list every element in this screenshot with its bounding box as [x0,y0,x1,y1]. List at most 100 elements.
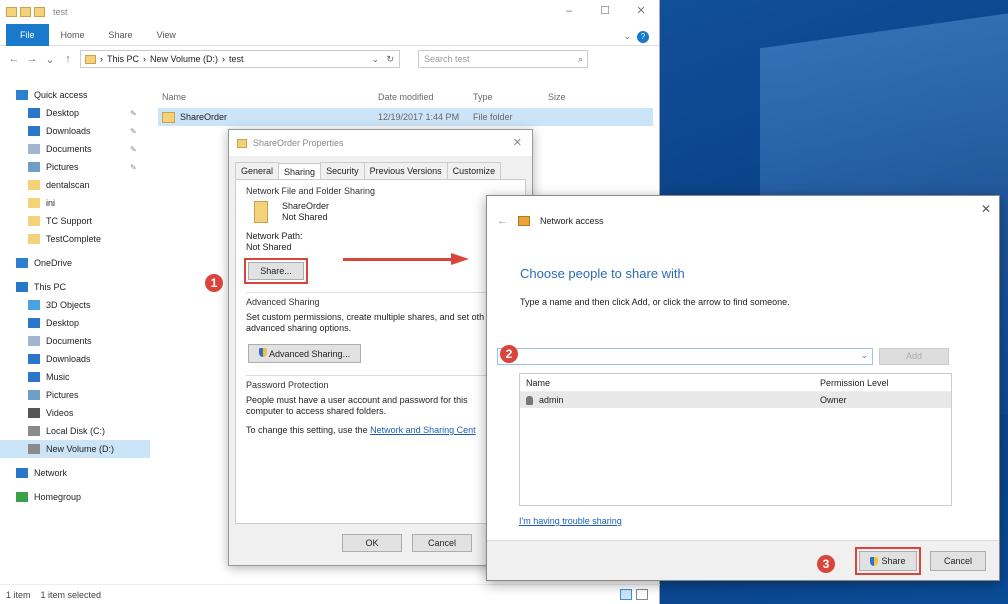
sidebar-item-downloads[interactable]: Downloads [0,350,150,368]
large-icons-view-icon[interactable] [636,589,648,600]
sidebar-item-desktop[interactable]: Desktop [0,314,150,332]
expand-ribbon-icon[interactable]: ⌄ [623,31,631,42]
sidebar-item-documents[interactable]: Documents ✎ [0,140,150,158]
breadcrumb-this-pc[interactable]: This PC [107,54,139,64]
close-icon[interactable]: ✕ [513,136,522,149]
search-input[interactable]: Search test ⌕ [418,50,588,68]
tab-customize[interactable]: Customize [446,162,502,179]
tab-security[interactable]: Security [320,162,365,179]
download-icon [28,126,40,136]
sidebar-item-label: Desktop [46,318,80,328]
folder-icon [254,201,268,223]
network-icon [16,468,28,478]
tab-view[interactable]: View [145,30,188,40]
tab-file[interactable]: File [6,23,49,46]
column-permission-level[interactable]: Permission Level [816,378,889,388]
pin-icon[interactable]: ✎ [130,163,137,172]
ok-button[interactable]: OK [342,534,402,552]
table-row[interactable]: ShareOrder 12/19/2017 1:44 PM File folde… [158,108,653,126]
share-dots-button[interactable]: Share... [244,258,308,284]
sidebar-item-dentalscan[interactable]: dentalscan [0,176,150,194]
pin-icon[interactable]: ✎ [130,109,137,118]
folder-icon [28,180,40,190]
password-change-text: To change this setting, use the [246,425,368,435]
sidebar-item-ini[interactable]: ini [0,194,150,212]
close-icon[interactable]: ✕ [623,0,659,24]
sidebar-item-quick-access[interactable]: Quick access [0,86,150,104]
table-row[interactable]: admin Owner [520,392,951,408]
forward-arrow-icon[interactable]: → [26,53,38,65]
instruction-text: Type a name and then click Add, or click… [520,297,790,307]
sidebar-item-desktop[interactable]: Desktop ✎ [0,104,150,122]
chevron-down-icon[interactable]: ⌄ [860,350,868,361]
tab-general[interactable]: General [235,162,280,179]
advanced-sharing-button[interactable]: Advanced Sharing... [248,344,362,363]
column-date-modified[interactable]: Date modified [378,92,473,102]
sidebar-item-videos[interactable]: Videos [0,404,150,422]
cancel-button[interactable]: Cancel [930,551,986,571]
drive-icon [28,444,40,454]
breadcrumb-new-volume[interactable]: New Volume (D:) [150,54,218,64]
pin-icon[interactable]: ✎ [130,127,137,136]
sidebar-item-onedrive[interactable]: OneDrive [0,254,150,272]
selected-count: 1 item selected [40,589,102,600]
sidebar-item-tc-support[interactable]: TC Support [0,212,150,230]
refresh-icon[interactable]: ↻ [386,54,394,65]
recent-chevron-icon[interactable]: ⌄ [44,53,56,66]
sidebar-item-3d-objects[interactable]: 3D Objects [0,296,150,314]
tab-share[interactable]: Share [97,30,145,40]
sidebar-item-new-volume-d[interactable]: New Volume (D:) [0,440,150,458]
video-icon [28,408,40,418]
help-icon[interactable]: ? [637,31,649,43]
column-type[interactable]: Type [473,92,548,102]
tab-previous-versions[interactable]: Previous Versions [363,162,448,179]
breadcrumb-test[interactable]: test [229,54,244,64]
tab-home[interactable]: Home [49,30,97,40]
sidebar-item-this-pc[interactable]: This PC [0,278,150,296]
window-title: test [53,7,68,17]
address-bar[interactable]: › This PC › New Volume (D:) › test ⌄ ↻ [80,50,400,68]
sidebar-item-pictures[interactable]: Pictures [0,386,150,404]
network-sharing-center-link[interactable]: Network and Sharing Cent [370,425,476,435]
network-access-header: ← Network access [487,196,999,246]
up-arrow-icon[interactable]: ↑ [62,53,74,65]
back-arrow-icon[interactable]: ← [497,215,508,227]
desktop-icon [28,318,40,328]
column-name[interactable]: Name [158,92,378,102]
sidebar-item-local-disk-c[interactable]: Local Disk (C:) [0,422,150,440]
sidebar-item-label: Videos [46,408,74,418]
sidebar-item-label: OneDrive [34,258,73,268]
file-date: 12/19/2017 1:44 PM [378,112,460,122]
trouble-sharing-link[interactable]: I'm having trouble sharing [519,516,622,526]
properties-tabs: General Sharing Security Previous Versio… [235,162,532,180]
add-button[interactable]: Add [879,348,949,365]
cancel-button[interactable]: Cancel [412,534,472,552]
chevron-down-icon[interactable]: ⌄ [371,54,379,65]
homegroup-icon [16,492,28,502]
share-button[interactable]: Share [855,547,921,575]
sidebar-item-label: 3D Objects [46,300,91,310]
user-name-input[interactable]: ⌄ [497,348,873,365]
password-desc-1: People must have a user account and pass… [246,395,468,405]
sidebar-item-documents[interactable]: Documents [0,332,150,350]
sidebar-item-label: Quick access [34,90,88,100]
sidebar-item-label: Pictures [46,390,79,400]
details-view-icon[interactable] [620,589,632,600]
tab-sharing[interactable]: Sharing [278,163,322,180]
close-icon[interactable]: ✕ [981,202,991,216]
minimize-icon[interactable]: – [551,0,587,24]
sidebar-item-pictures[interactable]: Pictures ✎ [0,158,150,176]
column-name[interactable]: Name [520,378,816,388]
back-arrow-icon[interactable]: ← [8,53,20,65]
quick-access-toolbar[interactable] [6,7,45,17]
folder-icon [28,216,40,226]
sidebar-item-homegroup[interactable]: Homegroup [0,488,150,506]
sidebar-item-network[interactable]: Network [0,464,150,482]
sidebar-item-label: Homegroup [34,492,82,502]
pin-icon[interactable]: ✎ [130,145,137,154]
sidebar-item-music[interactable]: Music [0,368,150,386]
column-size[interactable]: Size [548,92,608,102]
sidebar-item-testcomplete[interactable]: TestComplete [0,230,150,248]
maximize-icon[interactable]: ☐ [587,0,623,24]
sidebar-item-downloads[interactable]: Downloads ✎ [0,122,150,140]
